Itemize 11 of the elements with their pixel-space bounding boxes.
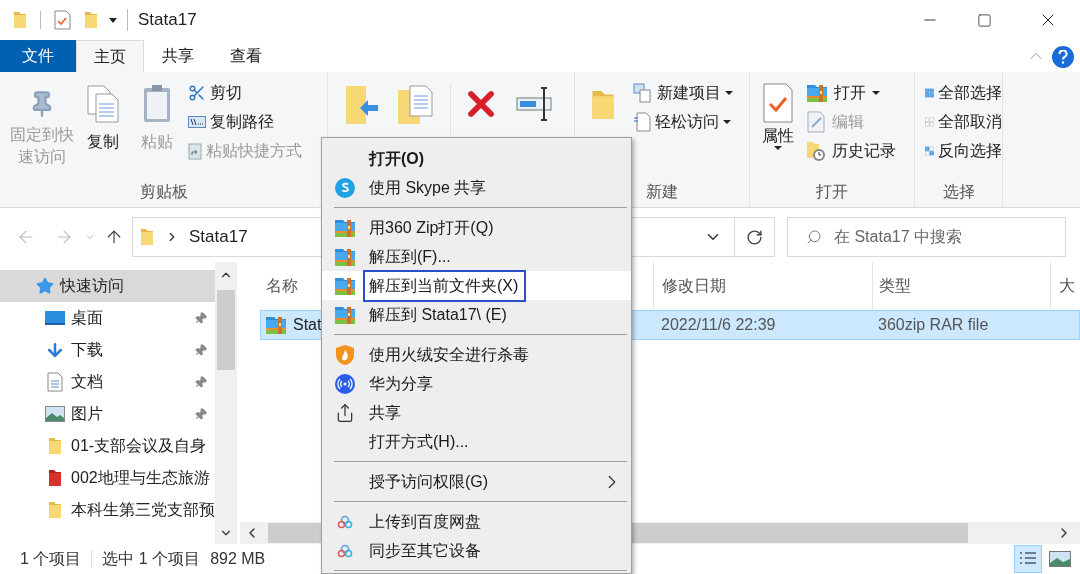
- status-text: 1 个项目: [20, 549, 82, 569]
- window-title: Stata17: [138, 9, 197, 32]
- group-label: 新建: [646, 182, 678, 202]
- group-label: 剪贴板: [139, 182, 188, 202]
- status-text: 892 MB: [210, 549, 266, 569]
- group-label: 打开: [816, 182, 848, 202]
- group-label: 选择: [942, 182, 975, 202]
- status-text: 选中 1 个项目: [102, 549, 201, 569]
- table-cell-text: Stat: [293, 315, 322, 335]
- table-cell-text: 2022/11/6 22:39: [660, 315, 777, 335]
- table-cell-text: 360zip RAR file: [877, 315, 990, 335]
